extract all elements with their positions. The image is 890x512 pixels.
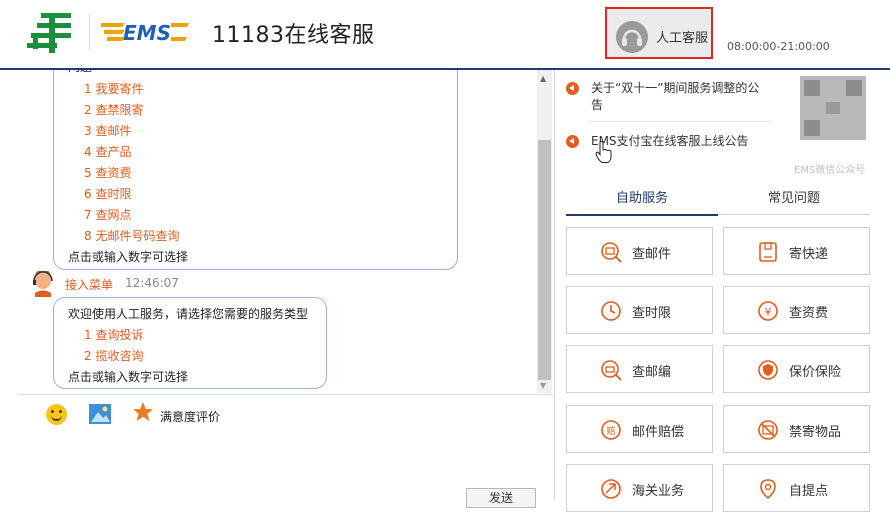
page-title: 11183在线客服 bbox=[212, 23, 375, 48]
headset-icon bbox=[616, 21, 648, 53]
service-label: 邮件赔偿 bbox=[632, 425, 685, 440]
star-icon[interactable] bbox=[132, 401, 154, 423]
svg-text:¥: ¥ bbox=[765, 306, 772, 319]
notice-divider bbox=[590, 121, 770, 122]
parcel-search-icon bbox=[601, 242, 622, 263]
notice-text[interactable]: EMS支付宝在线客服上线公告 bbox=[591, 133, 749, 150]
notice-bullet-icon bbox=[566, 135, 579, 148]
agent-name: 接入菜单 bbox=[65, 278, 114, 292]
agent-intro: 欢迎使用人工服务，请选择您需要的服务类型 bbox=[68, 307, 309, 321]
service-label: 查资费 bbox=[789, 306, 829, 321]
menu-option-7[interactable]: 7 查网点 bbox=[84, 206, 131, 223]
chat-history: 问题 1 我要寄件 2 查禁限寄 3 查邮件 4 查产品 5 查资费 6 查时限… bbox=[18, 70, 536, 393]
service-label: 自提点 bbox=[789, 484, 829, 499]
tab-faq[interactable]: 常见问题 bbox=[718, 186, 870, 215]
scroll-up-arrow-icon[interactable]: ▲ bbox=[540, 74, 546, 83]
agent-message-bubble: 欢迎使用人工服务，请选择您需要的服务类型 1 查询投诉 2 揽收咨询 点击或输入… bbox=[53, 297, 327, 389]
service-customs-button[interactable]: 海关业务 bbox=[566, 464, 713, 512]
shield-icon bbox=[758, 360, 778, 380]
service-compensation-button[interactable]: 赔 邮件赔偿 bbox=[566, 405, 713, 453]
service-pickup-point-button[interactable]: 自提点 bbox=[723, 464, 870, 512]
scroll-down-arrow-icon[interactable]: ▼ bbox=[540, 381, 546, 390]
qr-code-label: EMS微信公众号 bbox=[794, 165, 866, 176]
svg-text:EMS: EMS bbox=[123, 21, 171, 45]
menu-footer: 点击或输入数字可选择 bbox=[68, 250, 189, 264]
menu-option-3[interactable]: 3 查邮件 bbox=[84, 122, 131, 139]
ems-logo-icon: EMS bbox=[101, 21, 189, 45]
postcode-search-icon bbox=[601, 360, 622, 381]
clock-icon bbox=[601, 301, 621, 321]
emoji-icon[interactable] bbox=[46, 404, 67, 425]
notice-text[interactable]: 关于“双十一”期间服务调整的公告 bbox=[591, 80, 766, 114]
service-label: 查邮编 bbox=[632, 365, 672, 380]
service-label: 海关业务 bbox=[632, 484, 685, 499]
send-button[interactable]: 发送 bbox=[466, 488, 536, 508]
hand-cursor-icon bbox=[595, 141, 612, 163]
wechat-qr-code bbox=[800, 76, 866, 140]
agent-footer: 点击或输入数字可选择 bbox=[68, 370, 189, 384]
service-label: 保价保险 bbox=[789, 365, 842, 380]
chat-scrollbar-thumb[interactable] bbox=[538, 140, 551, 380]
logo-divider bbox=[89, 14, 90, 50]
human-agent-button[interactable]: 人工客服 bbox=[605, 7, 713, 59]
service-hours: 08:00:00-21:00:00 bbox=[727, 40, 830, 53]
agent-option-1[interactable]: 1 查询投诉 bbox=[84, 326, 143, 343]
service-delivery-time-button[interactable]: 查时限 bbox=[566, 286, 713, 334]
menu-option-5[interactable]: 5 查资费 bbox=[84, 164, 131, 181]
prohibited-box-icon bbox=[758, 420, 778, 440]
menu-message-bubble: 问题 1 我要寄件 2 查禁限寄 3 查邮件 4 查产品 5 查资费 6 查时限… bbox=[53, 70, 458, 270]
image-icon[interactable] bbox=[89, 404, 111, 424]
customs-icon bbox=[601, 479, 621, 499]
tab-self-service[interactable]: 自助服务 bbox=[566, 186, 718, 216]
notice-bullet-icon bbox=[566, 82, 579, 95]
yen-icon: ¥ bbox=[758, 301, 778, 321]
svg-text:赔: 赔 bbox=[606, 425, 615, 437]
service-label: 禁寄物品 bbox=[789, 425, 842, 440]
china-post-logo-icon bbox=[27, 13, 71, 53]
menu-heading: 问题 bbox=[68, 70, 92, 75]
service-prohibited-items-button[interactable]: 禁寄物品 bbox=[723, 405, 870, 453]
agent-option-2[interactable]: 2 揽收咨询 bbox=[84, 347, 143, 364]
menu-option-8[interactable]: 8 无邮件号码查询 bbox=[84, 227, 179, 244]
service-insurance-button[interactable]: 保价保险 bbox=[723, 345, 870, 393]
service-tabs: 自助服务 常见问题 bbox=[566, 186, 870, 216]
menu-option-2[interactable]: 2 查禁限寄 bbox=[84, 101, 143, 118]
service-label: 寄快递 bbox=[789, 247, 829, 262]
message-timestamp: 12:46:07 bbox=[125, 276, 179, 290]
location-pin-icon bbox=[760, 479, 776, 500]
service-label: 查邮件 bbox=[632, 247, 672, 262]
human-agent-label: 人工客服 bbox=[656, 31, 709, 46]
right-panel-divider bbox=[554, 70, 555, 500]
service-postcode-button[interactable]: 查邮编 bbox=[566, 345, 713, 393]
notice-item[interactable]: 关于“双十一”期间服务调整的公告 bbox=[566, 80, 766, 120]
satisfaction-rating-link[interactable]: 满意度评价 bbox=[160, 408, 220, 425]
app-header: EMS 11183在线客服 人工客服 08:00:00-21:00:00 bbox=[0, 0, 890, 70]
package-icon bbox=[759, 242, 777, 262]
service-send-express-button[interactable]: 寄快递 bbox=[723, 227, 870, 275]
service-label: 查时限 bbox=[632, 306, 672, 321]
menu-option-6[interactable]: 6 查时限 bbox=[84, 185, 131, 202]
menu-option-1[interactable]: 1 我要寄件 bbox=[84, 80, 143, 97]
service-track-mail-button[interactable]: 查邮件 bbox=[566, 227, 713, 275]
service-postage-fee-button[interactable]: ¥ 查资费 bbox=[723, 286, 870, 334]
compensation-icon: 赔 bbox=[601, 420, 621, 440]
agent-avatar-icon bbox=[33, 271, 53, 297]
menu-option-4[interactable]: 4 查产品 bbox=[84, 143, 131, 160]
